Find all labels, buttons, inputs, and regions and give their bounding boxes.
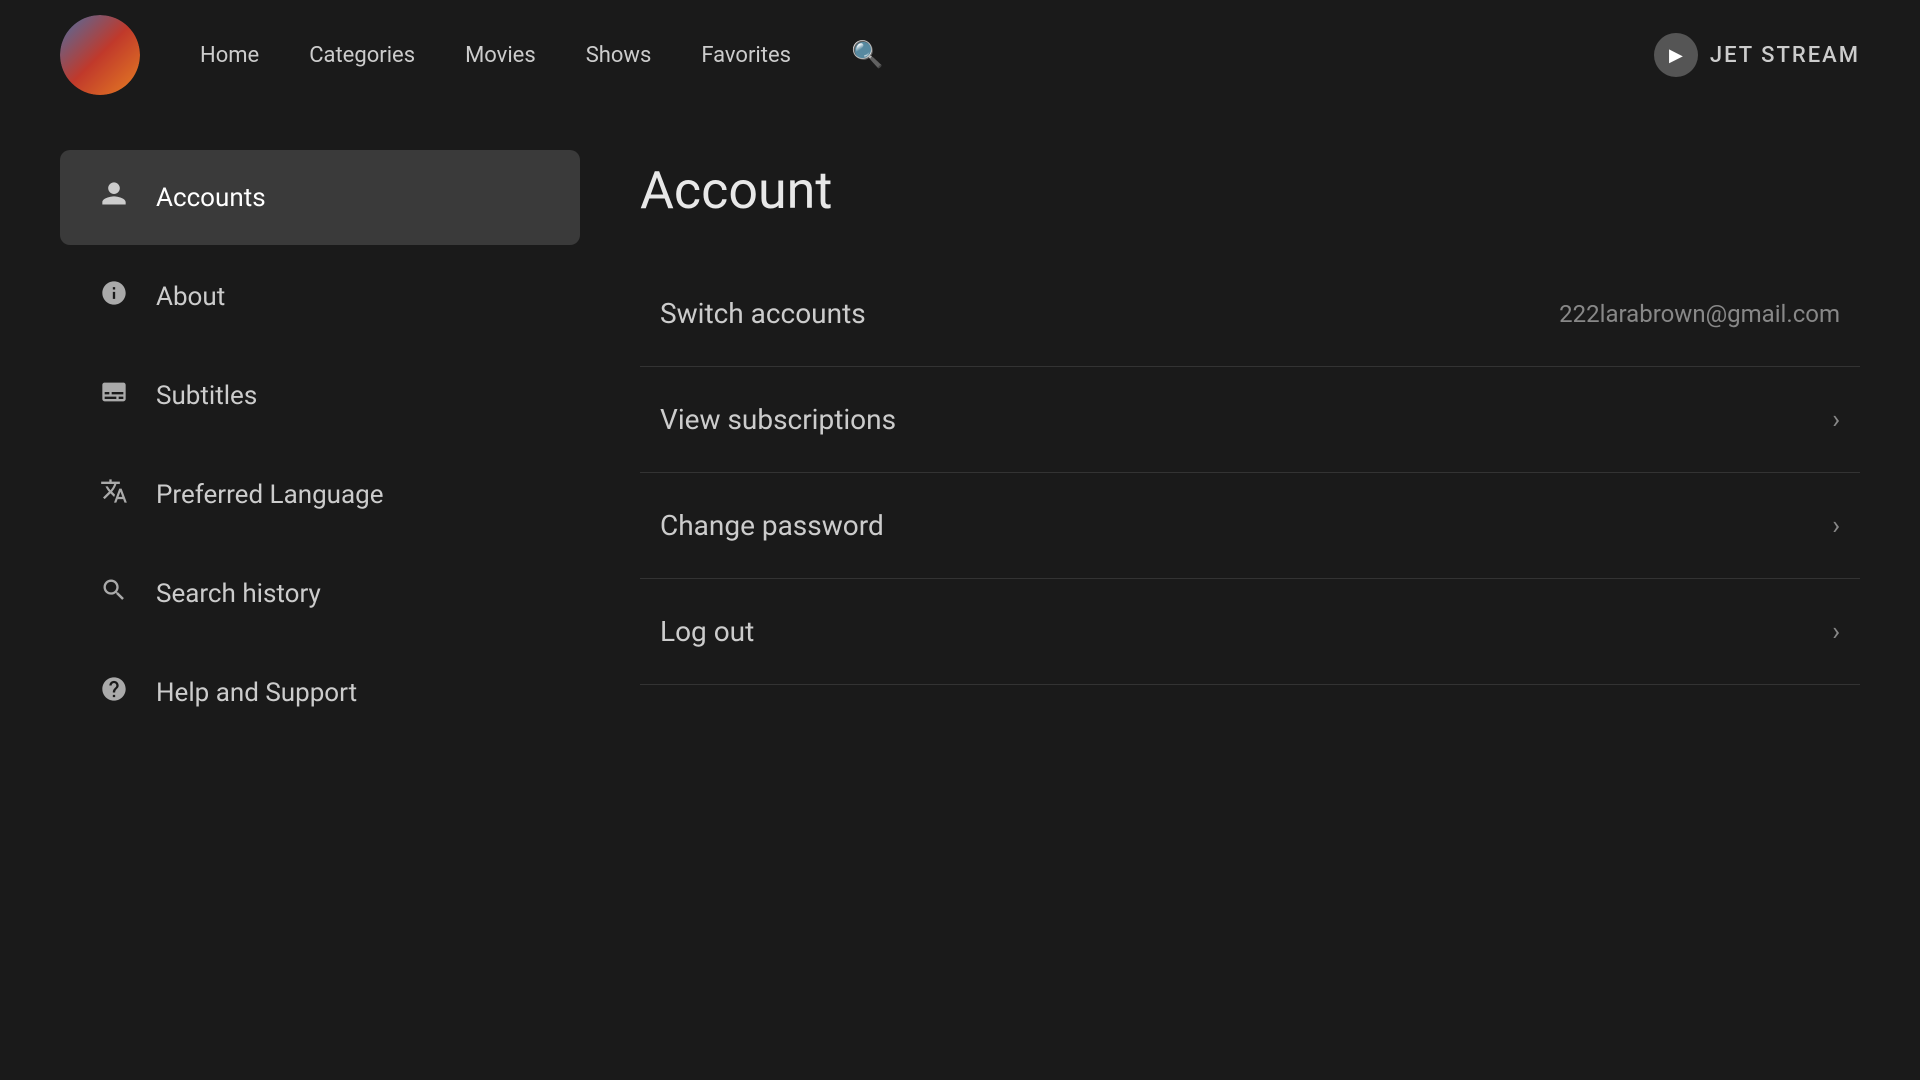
view-subscriptions-label: View subscriptions [660, 403, 896, 436]
sidebar: Accounts About Subtitles [60, 150, 580, 1040]
brand-play-icon: ▶ [1654, 33, 1698, 77]
account-menu: Switch accounts 222larabrown@gmail.com V… [640, 261, 1860, 685]
switch-accounts-row[interactable]: Switch accounts 222larabrown@gmail.com [640, 261, 1860, 367]
header: Home Categories Movies Shows Favorites 🔍… [0, 0, 1920, 110]
view-subscriptions-item[interactable]: View subscriptions › [640, 367, 1860, 473]
nav-favorites[interactable]: Favorites [701, 43, 791, 68]
logo[interactable] [60, 15, 140, 95]
sidebar-help-support-label: Help and Support [156, 678, 357, 708]
sidebar-item-accounts[interactable]: Accounts [60, 150, 580, 245]
log-out-item[interactable]: Log out › [640, 579, 1860, 685]
sidebar-item-subtitles[interactable]: Subtitles [60, 348, 580, 443]
sidebar-subtitles-label: Subtitles [156, 381, 257, 411]
change-password-item[interactable]: Change password › [640, 473, 1860, 579]
brand: ▶ JET STREAM [1654, 33, 1860, 77]
sidebar-item-about[interactable]: About [60, 249, 580, 344]
language-icon [96, 477, 132, 512]
help-icon [96, 675, 132, 710]
info-icon [96, 279, 132, 314]
chevron-right-icon: › [1832, 617, 1840, 647]
search-history-icon [96, 576, 132, 611]
sidebar-item-preferred-language[interactable]: Preferred Language [60, 447, 580, 542]
search-icon[interactable]: 🔍 [851, 40, 883, 70]
nav-shows[interactable]: Shows [586, 43, 652, 68]
chevron-right-icon: › [1832, 405, 1840, 435]
change-password-label: Change password [660, 509, 884, 542]
nav-home[interactable]: Home [200, 43, 259, 68]
nav-categories[interactable]: Categories [309, 43, 415, 68]
change-password-right: › [1832, 511, 1840, 541]
chevron-right-icon: › [1832, 511, 1840, 541]
sidebar-item-help-and-support[interactable]: Help and Support [60, 645, 580, 740]
switch-accounts-label: Switch accounts [660, 297, 866, 330]
page-title: Account [640, 160, 1860, 221]
log-out-label: Log out [660, 615, 754, 648]
sidebar-preferred-language-label: Preferred Language [156, 480, 384, 510]
main-content: Accounts About Subtitles [0, 110, 1920, 1080]
nav-movies[interactable]: Movies [465, 43, 536, 68]
log-out-right: › [1832, 617, 1840, 647]
sidebar-accounts-label: Accounts [156, 183, 266, 213]
subtitles-icon [96, 378, 132, 413]
sidebar-about-label: About [156, 282, 225, 312]
logo-avatar [60, 15, 140, 95]
sidebar-search-history-label: Search history [156, 579, 321, 609]
switch-accounts-email: 222larabrown@gmail.com [1559, 300, 1840, 328]
main-nav: Home Categories Movies Shows Favorites 🔍 [200, 40, 1654, 70]
user-icon [96, 180, 132, 215]
sidebar-item-search-history[interactable]: Search history [60, 546, 580, 641]
content-area: Account Switch accounts 222larabrown@gma… [640, 150, 1860, 1040]
brand-name: JET STREAM [1710, 43, 1860, 68]
view-subscriptions-right: › [1832, 405, 1840, 435]
